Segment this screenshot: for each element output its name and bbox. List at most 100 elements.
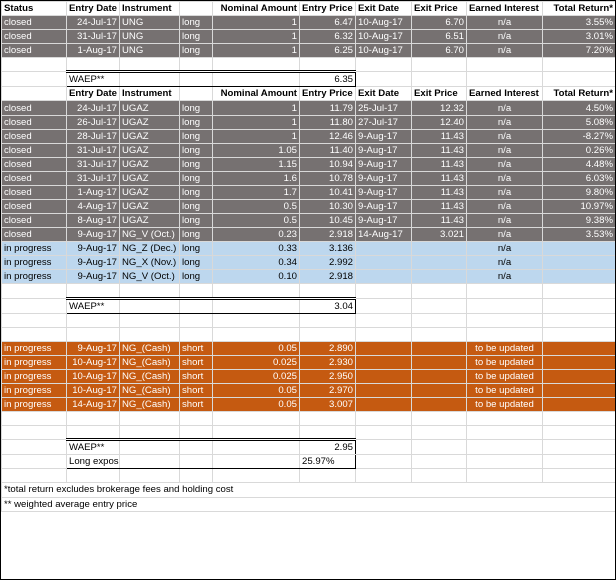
cell-status[interactable]: closed: [1, 142, 67, 158]
empty-cell[interactable]: [179, 425, 213, 441]
cell-side[interactable]: long: [179, 255, 213, 271]
empty-cell[interactable]: [179, 296, 213, 314]
empty-cell[interactable]: [299, 283, 356, 299]
empty-cell[interactable]: [355, 326, 412, 342]
column-header[interactable]: Nominal Amount: [212, 1, 300, 17]
cell-entry-price[interactable]: 6.47: [299, 15, 356, 31]
cell-status[interactable]: closed: [1, 213, 67, 229]
cell-nominal[interactable]: 1: [212, 29, 300, 45]
cell-interest[interactable]: to be updated: [466, 354, 543, 370]
empty-cell[interactable]: [119, 312, 180, 328]
cell-entry-date[interactable]: 9-Aug-17: [66, 227, 120, 243]
column-header[interactable]: Total Return*: [542, 86, 615, 102]
cell-exit-price[interactable]: 11.43: [411, 213, 467, 229]
empty-cell[interactable]: [466, 468, 543, 484]
cell-status[interactable]: in progress: [1, 368, 67, 384]
cell-side[interactable]: long: [179, 43, 213, 59]
cell-exit-date[interactable]: 9-Aug-17: [355, 170, 412, 186]
cell-exit-date[interactable]: 9-Aug-17: [355, 213, 412, 229]
cell-entry-date[interactable]: 31-Jul-17: [66, 142, 120, 158]
empty-cell[interactable]: [411, 297, 467, 314]
cell-exit-price[interactable]: [411, 382, 467, 399]
cell-ret[interactable]: [542, 255, 615, 271]
waep-label[interactable]: WAEP**: [66, 70, 120, 88]
cell-entry-date[interactable]: 9-Aug-17: [66, 241, 120, 257]
cell-exit-date[interactable]: [355, 382, 412, 399]
empty-cell[interactable]: [355, 57, 412, 73]
empty-cell[interactable]: [299, 57, 356, 73]
empty-cell[interactable]: [411, 439, 467, 456]
cell-instrument[interactable]: NG_X (Nov.): [119, 255, 180, 271]
empty-cell[interactable]: [542, 283, 615, 299]
cell-side[interactable]: long: [179, 213, 213, 229]
empty-cell[interactable]: [212, 411, 300, 427]
cell-entry-date[interactable]: 26-Jul-17: [66, 114, 120, 130]
cell-instrument[interactable]: UGAZ: [119, 213, 180, 229]
empty-cell[interactable]: [542, 454, 615, 470]
cell-entry-price[interactable]: 10.94: [299, 156, 356, 172]
cell-exit-date[interactable]: 10-Aug-17: [355, 15, 412, 31]
empty-cell[interactable]: [466, 425, 543, 441]
empty-cell[interactable]: [179, 70, 213, 88]
cell-ret[interactable]: [542, 397, 615, 413]
empty-cell[interactable]: [466, 411, 543, 427]
cell-exit-date[interactable]: [355, 255, 412, 271]
cell-ret[interactable]: [542, 241, 615, 257]
empty-cell[interactable]: [119, 296, 180, 314]
column-header[interactable]: Earned Interest: [466, 86, 543, 102]
cell-instrument[interactable]: UGAZ: [119, 142, 180, 158]
empty-cell[interactable]: [66, 283, 120, 299]
cell-exit-price[interactable]: [411, 368, 467, 384]
cell-status[interactable]: closed: [1, 43, 67, 59]
cell-exit-price[interactable]: [411, 397, 467, 413]
empty-cell[interactable]: [212, 296, 300, 314]
cell-status[interactable]: in progress: [1, 340, 67, 356]
column-header[interactable]: Nominal Amount: [212, 86, 300, 102]
empty-cell[interactable]: [542, 312, 615, 328]
empty-cell[interactable]: [212, 70, 300, 88]
empty-cell[interactable]: [179, 57, 213, 73]
cell-nominal[interactable]: 0.5: [212, 213, 300, 229]
cell-interest[interactable]: n/a: [466, 43, 543, 59]
cell-nominal[interactable]: 0.025: [212, 354, 300, 370]
cell-interest[interactable]: n/a: [466, 29, 543, 45]
column-header[interactable]: Exit Price: [411, 86, 467, 102]
cell-interest[interactable]: n/a: [466, 199, 543, 215]
cell-exit-price[interactable]: 3.021: [411, 227, 467, 243]
column-header[interactable]: Entry Date: [66, 1, 120, 17]
cell-nominal[interactable]: 1: [212, 43, 300, 59]
cell-exit-price[interactable]: 6.70: [411, 43, 467, 59]
waep-label[interactable]: WAEP**: [66, 296, 120, 314]
cell-status[interactable]: closed: [1, 100, 67, 116]
cell-entry-date[interactable]: 1-Aug-17: [66, 184, 120, 201]
empty-cell[interactable]: [66, 468, 120, 484]
empty-cell[interactable]: [66, 425, 120, 441]
cell-exit-date[interactable]: 9-Aug-17: [355, 184, 412, 201]
cell-status[interactable]: in progress: [1, 255, 67, 271]
empty-cell[interactable]: [411, 468, 467, 484]
cell-nominal[interactable]: 1.15: [212, 156, 300, 172]
empty-cell[interactable]: [411, 454, 467, 470]
cell-instrument[interactable]: NG_(Cash): [119, 340, 180, 356]
cell-nominal[interactable]: 1.05: [212, 142, 300, 158]
cell-nominal[interactable]: 0.025: [212, 368, 300, 384]
cell-interest[interactable]: n/a: [466, 184, 543, 201]
empty-cell[interactable]: [466, 57, 543, 73]
cell-entry-date[interactable]: 9-Aug-17: [66, 269, 120, 285]
cell-exit-date[interactable]: [355, 340, 412, 356]
cell-nominal[interactable]: 1: [212, 128, 300, 144]
cell-status[interactable]: closed: [1, 227, 67, 243]
cell-ret[interactable]: 3.53%: [542, 227, 615, 243]
cell-entry-price[interactable]: 10.45: [299, 213, 356, 229]
cell-exit-price[interactable]: 12.40: [411, 114, 467, 130]
cell-entry-date[interactable]: 8-Aug-17: [66, 213, 120, 229]
cell-entry-date[interactable]: 10-Aug-17: [66, 382, 120, 399]
cell-entry-price[interactable]: 6.32: [299, 29, 356, 45]
cell-interest[interactable]: to be updated: [466, 397, 543, 413]
cell-status[interactable]: closed: [1, 114, 67, 130]
cell-entry-date[interactable]: 1-Aug-17: [66, 43, 120, 59]
empty-cell[interactable]: [119, 468, 180, 484]
cell-interest[interactable]: to be updated: [466, 382, 543, 399]
cell-interest[interactable]: n/a: [466, 241, 543, 257]
cell-exit-price[interactable]: 11.43: [411, 156, 467, 172]
